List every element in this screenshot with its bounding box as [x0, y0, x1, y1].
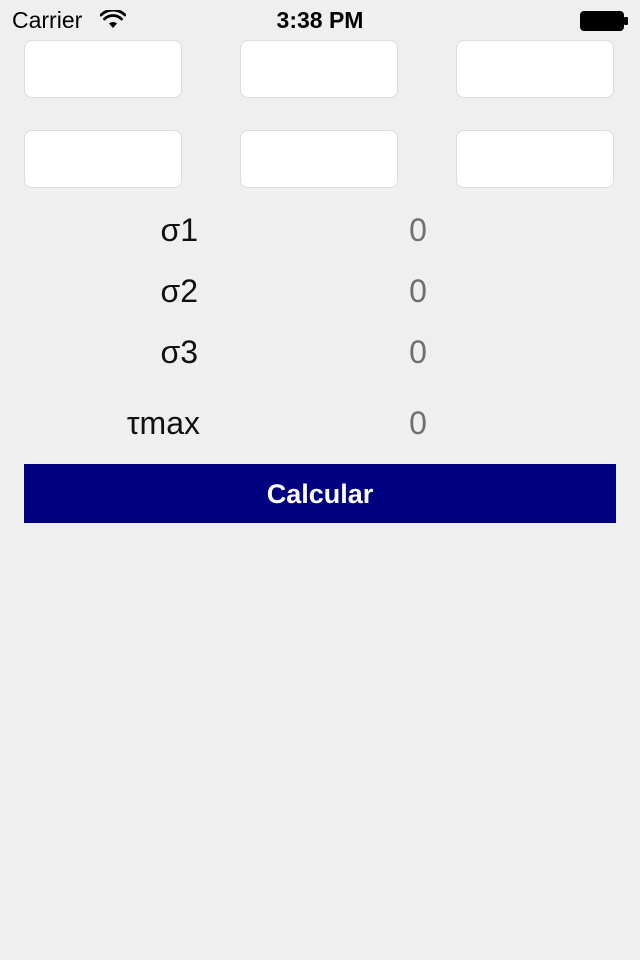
sigma3-label: σ3: [160, 334, 198, 370]
battery-icon: [580, 11, 628, 31]
tau-max-label: τmax: [126, 405, 200, 441]
sigma2-label: σ2: [160, 273, 198, 309]
input-field-3[interactable]: [456, 40, 614, 98]
sigma3-value: 0: [409, 334, 427, 370]
sigma2-value: 0: [409, 273, 427, 309]
sigma1-value: 0: [409, 212, 427, 248]
calcular-button[interactable]: Calcular: [24, 464, 616, 523]
input-field-2[interactable]: [240, 40, 398, 98]
input-field-4[interactable]: [24, 130, 182, 188]
input-field-5[interactable]: [240, 130, 398, 188]
input-field-1[interactable]: [24, 40, 182, 98]
input-field-6[interactable]: [456, 130, 614, 188]
status-bar: Carrier 3:38 PM: [0, 0, 640, 40]
tau-max-value: 0: [409, 405, 427, 441]
status-time: 3:38 PM: [276, 7, 364, 33]
sigma1-label: σ1: [160, 212, 198, 248]
